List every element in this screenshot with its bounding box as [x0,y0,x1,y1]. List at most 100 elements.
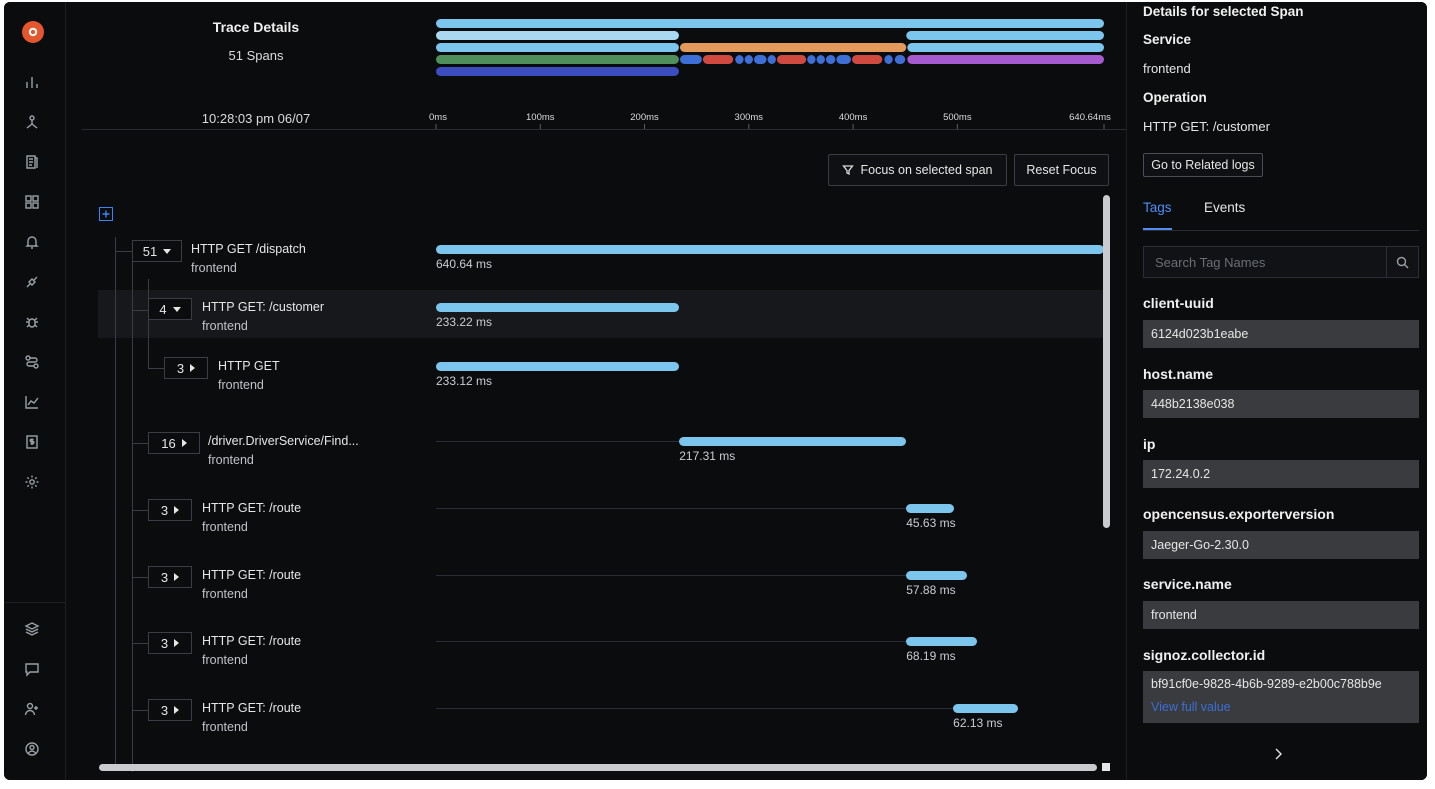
span-expand-toggle[interactable]: 3 [148,699,192,721]
span-expand-toggle[interactable]: 4 [148,298,192,320]
span-name[interactable]: HTTP GET: /route [202,501,301,515]
chat-icon[interactable] [20,657,44,681]
tag-key: host.name [1143,366,1214,382]
span-expand-toggle[interactable]: 3 [148,499,192,521]
caret-right-icon [190,364,196,372]
span-name[interactable]: HTTP GET: /route [202,568,301,582]
tree-connector [132,643,148,644]
span-duration-bar[interactable] [436,362,680,371]
layers-icon[interactable] [20,617,44,641]
bug-icon[interactable] [20,310,44,334]
span-name[interactable]: HTTP GET: /route [202,634,301,648]
span-offset-guide [436,575,907,576]
sidebar [4,2,66,780]
span-duration-bar[interactable] [436,245,1104,254]
operation-value: HTTP GET: /customer [1143,119,1270,134]
tag-key: client-uuid [1143,295,1214,311]
span-duration-bar[interactable] [679,437,906,446]
invite-user-icon[interactable] [20,697,44,721]
child-count: 51 [142,243,158,259]
tag-value: 448b2138e038 [1143,390,1419,418]
span-duration-bar[interactable] [906,504,954,513]
span-duration-label: 217.31 ms [679,449,736,463]
go-to-related-logs-button[interactable]: Go to Related logs [1143,153,1263,177]
signoz-logo-icon[interactable] [22,21,44,43]
services-icon[interactable] [20,110,44,134]
tree-connector [148,320,149,368]
selected-row-highlight [98,290,1104,338]
span-name[interactable]: HTTP GET /dispatch [191,242,306,256]
span-expand-toggle[interactable]: 3 [148,566,192,588]
span-offset-guide [436,508,907,509]
line-chart-icon[interactable] [20,390,44,414]
route-icon[interactable] [20,350,44,374]
span-name[interactable]: HTTP GET: /route [202,701,301,715]
span-duration-label: 45.63 ms [906,516,956,530]
span-duration-bar[interactable] [953,704,1018,713]
trace-main-area: Trace Details 51 Spans 10:28:03 pm 06/07… [66,2,1126,780]
span-service: frontend [202,319,248,333]
caret-right-icon [174,506,180,514]
tag-key: opencensus.exporterversion [1143,506,1335,522]
tag-key: signoz.collector.id [1143,647,1266,663]
operation-heading: Operation [1143,90,1207,105]
search-icon[interactable] [1386,246,1419,278]
child-count: 16 [161,435,176,451]
span-tree: 51 HTTP GET /dispatch frontend 640.64 ms 4 HT… [66,2,1126,780]
horizontal-scrollbar[interactable] [99,764,1097,771]
sidebar-divider [4,602,66,603]
child-count: 3 [160,569,169,585]
tag-search-input[interactable]: Search Tag Names [1143,246,1387,278]
span-duration-bar[interactable] [906,571,967,580]
child-count: 3 [160,502,169,518]
caret-down-icon [163,248,172,254]
span-duration-label: 233.22 ms [436,315,493,329]
caret-right-icon [174,639,180,647]
span-expand-toggle[interactable]: 3 [164,357,208,379]
view-full-value-link[interactable]: View full value [1151,700,1231,714]
user-profile-icon[interactable] [20,737,44,761]
plug-icon[interactable] [20,270,44,294]
dashboard-grid-icon[interactable] [20,190,44,214]
logs-icon[interactable] [20,150,44,174]
alerts-bell-icon[interactable] [20,230,44,254]
span-name[interactable]: HTTP GET: /customer [202,300,324,314]
child-count: 3 [160,702,169,718]
app-window: Trace Details 51 Spans 10:28:03 pm 06/07… [4,2,1427,780]
span-duration-bar[interactable] [906,637,978,646]
span-service: frontend [208,453,254,467]
span-details-panel: Details for selected Span Service fronte… [1126,2,1427,780]
span-service: frontend [202,587,248,601]
tree-connector [132,710,148,711]
tag-key: service.name [1143,576,1232,592]
tree-connector [132,577,148,578]
tag-value-text: bf91cf0e-9828-4b6b-9289-e2b00c788b9e [1151,677,1382,691]
vertical-scrollbar[interactable] [1103,195,1110,528]
span-service: frontend [202,720,248,734]
tag-value: 172.24.0.2 [1143,460,1419,488]
caret-right-icon [174,706,180,714]
span-service: frontend [202,653,248,667]
span-expand-toggle[interactable]: 3 [148,632,192,654]
tree-connector [132,443,148,444]
span-name[interactable]: /driver.DriverService/Find... [208,434,359,448]
span-name[interactable]: HTTP GET [218,359,280,373]
billing-icon[interactable] [20,430,44,454]
tag-value: frontend [1143,601,1419,629]
span-expand-toggle[interactable]: 16 [148,432,200,454]
chevron-right-icon[interactable] [1272,747,1284,761]
span-duration-label: 640.64 ms [436,257,493,271]
tabs-divider [1143,230,1419,231]
tab-events[interactable]: Events [1204,200,1245,215]
scrollbar-corner [1102,763,1110,771]
settings-gear-icon[interactable] [20,470,44,494]
span-service: frontend [191,261,237,275]
tree-connector [115,237,116,764]
span-expand-toggle[interactable]: 51 [132,240,182,262]
tab-tags[interactable]: Tags [1143,200,1172,215]
span-duration-bar[interactable] [436,303,680,312]
tag-value: 6124d023b1eabe [1143,320,1419,348]
bar-chart-icon[interactable] [20,70,44,94]
span-offset-guide [436,641,907,642]
tag-value: Jaeger-Go-2.30.0 [1143,531,1419,559]
